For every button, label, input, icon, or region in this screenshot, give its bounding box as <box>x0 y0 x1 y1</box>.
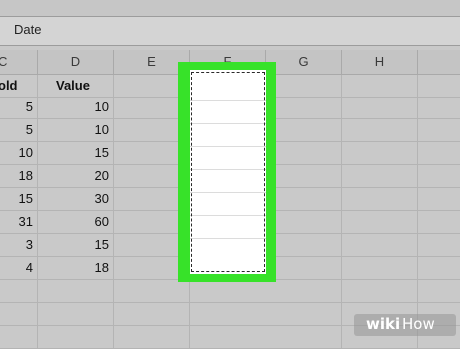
cell-c[interactable] <box>0 303 38 326</box>
cell-e[interactable] <box>114 303 190 326</box>
cell-g[interactable] <box>266 75 342 98</box>
cell-g[interactable] <box>266 96 342 119</box>
header-cell-old[interactable]: old <box>0 75 38 98</box>
cell-d[interactable] <box>38 303 114 326</box>
cell-d[interactable]: 10 <box>38 119 114 142</box>
selection-highlight <box>178 62 276 282</box>
column-header-d[interactable]: D <box>38 50 114 74</box>
watermark-how: How <box>402 315 435 333</box>
watermark-wiki: wiki <box>366 315 401 333</box>
cell-g[interactable] <box>266 188 342 211</box>
cell-c[interactable]: 5 <box>0 119 38 142</box>
cell-h[interactable] <box>342 234 418 257</box>
column-header-i[interactable]: I <box>418 50 460 74</box>
cell-c[interactable]: 3 <box>0 234 38 257</box>
cell-d[interactable]: 18 <box>38 257 114 280</box>
cell-d[interactable]: 10 <box>38 96 114 119</box>
cell-h[interactable] <box>342 257 418 280</box>
column-header-g[interactable]: G <box>266 50 342 74</box>
cell-c[interactable]: 4 <box>0 257 38 280</box>
cell-g[interactable] <box>266 326 342 349</box>
cell-c[interactable]: 18 <box>0 165 38 188</box>
cell-g[interactable] <box>266 234 342 257</box>
cell-h[interactable] <box>342 188 418 211</box>
copy-marquee <box>191 72 265 272</box>
cell-c[interactable]: 15 <box>0 188 38 211</box>
cell-d[interactable] <box>38 326 114 349</box>
cell-c[interactable]: 31 <box>0 211 38 234</box>
formula-text: Date <box>14 22 42 37</box>
cell-g[interactable] <box>266 119 342 142</box>
cell-d[interactable]: 15 <box>38 234 114 257</box>
selected-range-f[interactable] <box>190 70 266 274</box>
cell-c[interactable]: 10 <box>0 142 38 165</box>
cell-g[interactable] <box>266 303 342 326</box>
cell-g[interactable] <box>266 142 342 165</box>
wikihow-watermark: wiki How <box>354 314 456 336</box>
cell-h[interactable] <box>342 96 418 119</box>
cell-g[interactable] <box>266 280 342 303</box>
column-header-c[interactable]: C <box>0 50 38 74</box>
cell-h[interactable] <box>342 211 418 234</box>
column-header-h[interactable]: H <box>342 50 418 74</box>
cell-e[interactable] <box>114 326 190 349</box>
cell-c[interactable]: 5 <box>0 96 38 119</box>
cell-d[interactable]: 15 <box>38 142 114 165</box>
cell-g[interactable] <box>266 165 342 188</box>
cell-d[interactable] <box>38 280 114 303</box>
cell-d[interactable]: 60 <box>38 211 114 234</box>
cell-c[interactable] <box>0 326 38 349</box>
cell-c[interactable] <box>0 280 38 303</box>
table-row <box>0 280 460 303</box>
cell-h[interactable] <box>342 75 418 98</box>
formula-input[interactable]: Date <box>0 16 460 46</box>
cell-d[interactable]: 30 <box>38 188 114 211</box>
formula-bar: Date <box>0 0 460 46</box>
cell-g[interactable] <box>266 211 342 234</box>
cell-g[interactable] <box>266 257 342 280</box>
cell-h[interactable] <box>342 165 418 188</box>
cell-e[interactable] <box>114 280 190 303</box>
cell-h[interactable] <box>342 119 418 142</box>
cell-d[interactable]: 20 <box>38 165 114 188</box>
cell-h[interactable] <box>342 142 418 165</box>
header-cell-value[interactable]: Value <box>38 75 114 98</box>
cell-h[interactable] <box>342 280 418 303</box>
